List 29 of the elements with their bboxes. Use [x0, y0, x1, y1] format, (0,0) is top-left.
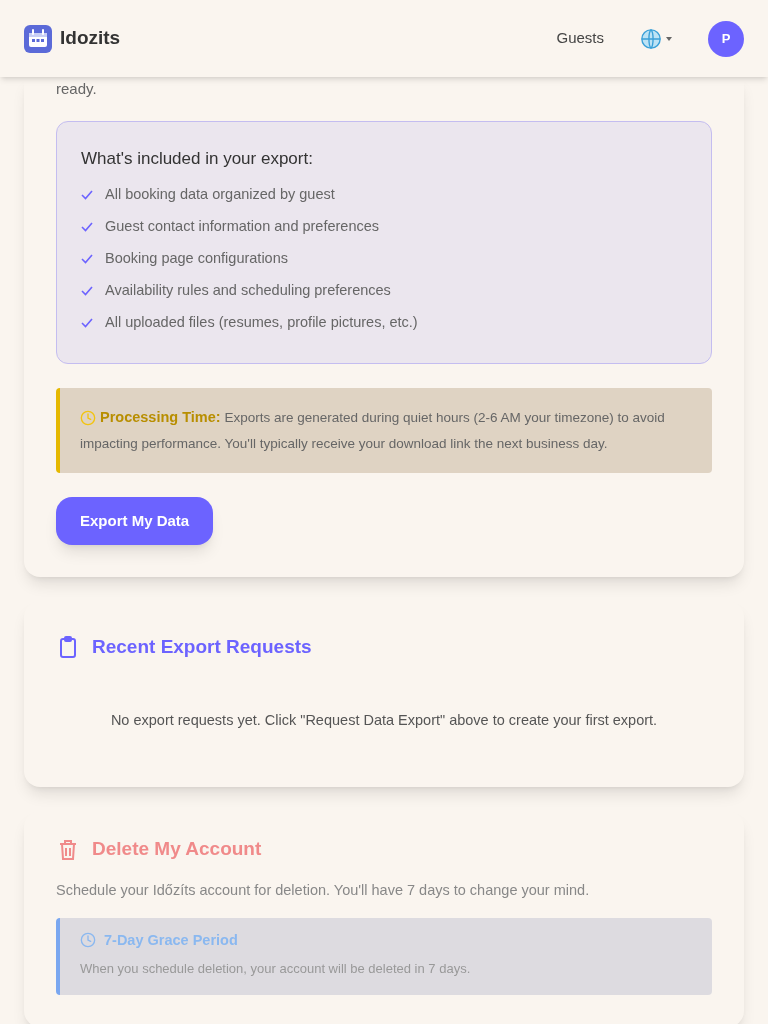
caret-icon [666, 36, 672, 41]
included-item: Booking page configurations [105, 249, 288, 269]
delete-text: Schedule your Időzíts account for deletion. You'll have 7 days to change your mind. [56, 880, 591, 900]
brand-name: Idozits [60, 26, 121, 51]
check-icon [81, 318, 93, 328]
check-icon [81, 222, 93, 232]
delete-title: Delete My Account [92, 837, 262, 862]
avatar[interactable]: P [708, 20, 744, 57]
check-icon [81, 254, 93, 264]
included-item: All uploaded files (resumes, profile pictures, etc.) [105, 313, 418, 333]
nav-link[interactable]: Guests [556, 27, 604, 50]
check-icon [81, 190, 93, 200]
requests-title: Recent Export Requests [92, 635, 312, 659]
included-title: What's included in your export: [81, 147, 314, 170]
included-item: All booking data organized by guest [105, 185, 335, 205]
grace-text: When you schedule deletion, your account will be deleted in 7 days. [80, 960, 472, 979]
empty-message: No export requests yet. Click "Request Data Export" above to create your first export. [109, 710, 659, 730]
grace-title: 7-Day Grace Period [104, 930, 238, 950]
clock-icon [80, 410, 96, 427]
check-icon [81, 286, 93, 296]
export-button[interactable]: Export My Data [56, 497, 214, 545]
clock-icon [80, 932, 96, 949]
processing-text: Processing Time: Exports are generated during quiet hours (2-6 AM your timezone) to avoid impacting performance. You'll typically receive your download link the next business day. [80, 408, 666, 453]
intro-text: ready. [56, 79, 98, 99]
included-item: Availability rules and scheduling preferences [105, 281, 391, 301]
included-item: Guest contact information and preferences [105, 217, 380, 237]
globe-icon [640, 27, 662, 50]
calendar-icon [24, 24, 52, 53]
language-button[interactable] [640, 27, 672, 50]
